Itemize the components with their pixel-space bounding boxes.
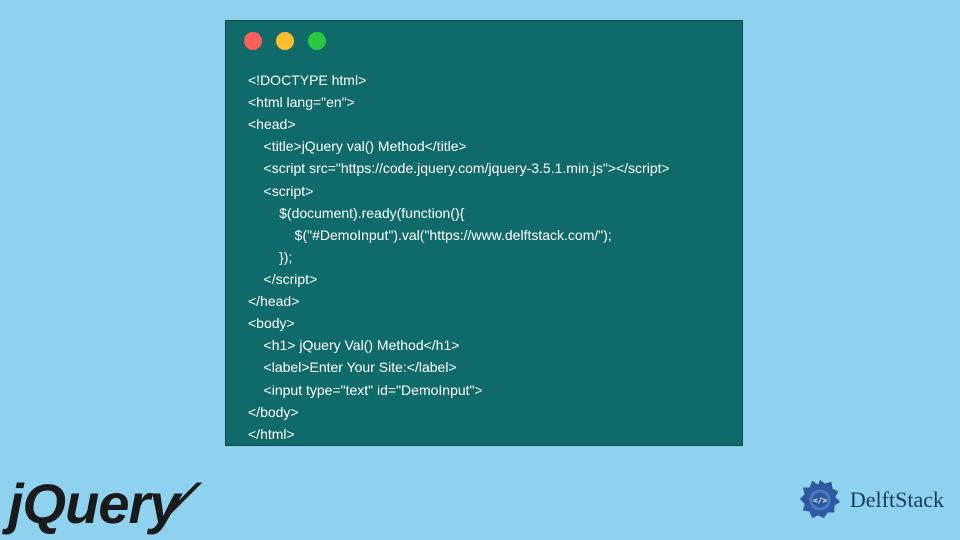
- jquery-logo: jQuery⁄: [8, 471, 184, 536]
- code-body: <!DOCTYPE html> <html lang="en"> <head> …: [226, 61, 742, 459]
- code-window: <!DOCTYPE html> <html lang="en"> <head> …: [225, 20, 743, 446]
- svg-text:</>: </>: [813, 496, 827, 505]
- minimize-icon[interactable]: [276, 32, 294, 50]
- delftstack-logo: </> DelftStack: [796, 476, 944, 524]
- maximize-icon[interactable]: [308, 32, 326, 50]
- window-titlebar: [226, 21, 742, 61]
- close-icon[interactable]: [244, 32, 262, 50]
- delftstack-logo-text: DelftStack: [850, 487, 944, 513]
- jquery-logo-text: jQuery: [8, 472, 179, 535]
- delftstack-icon: </>: [796, 476, 844, 524]
